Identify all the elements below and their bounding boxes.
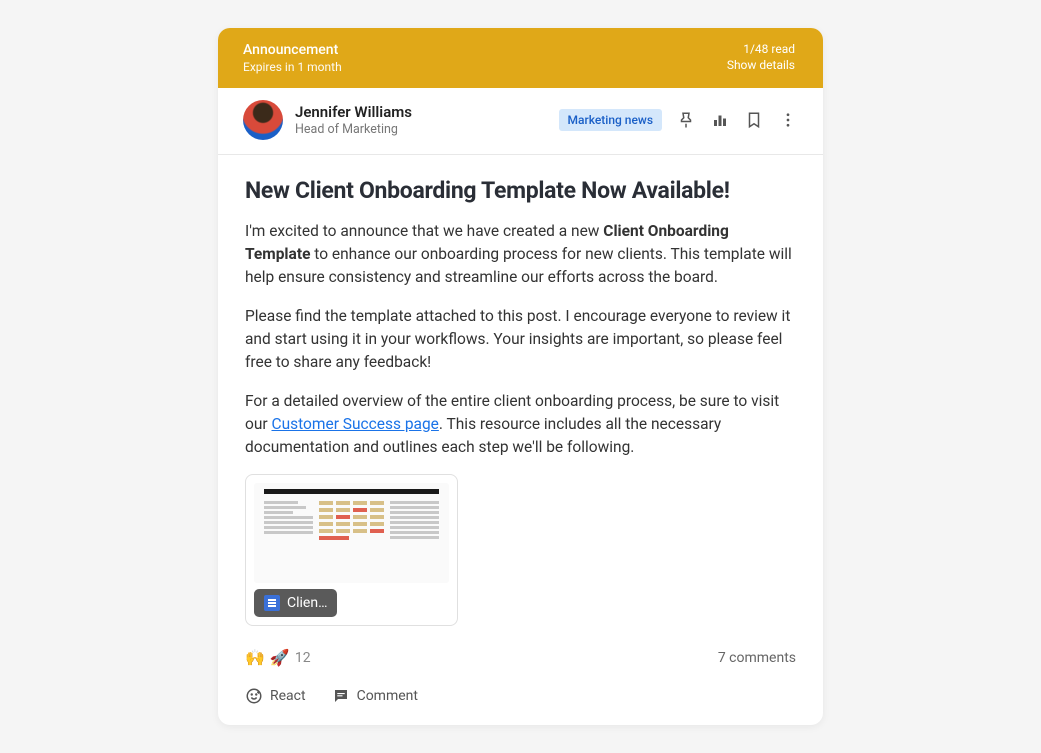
- post-controls: Marketing news: [559, 109, 798, 131]
- bookmark-icon[interactable]: [744, 110, 764, 130]
- comments-count-link[interactable]: 7 comments: [718, 650, 796, 666]
- show-details-link[interactable]: Show details: [727, 58, 795, 72]
- p1-text-a: I'm excited to announce that we have cre…: [245, 222, 603, 240]
- post-paragraph-2: Please find the template attached to thi…: [245, 305, 796, 374]
- announcement-label: Announcement: [243, 42, 342, 58]
- attachment-thumbnail: [254, 483, 449, 583]
- announcement-left: Announcement Expires in 1 month: [243, 42, 342, 74]
- actions-row: React Comment: [218, 679, 823, 725]
- reaction-hands-emoji: 🙌: [245, 648, 265, 667]
- stats-icon[interactable]: [710, 110, 730, 130]
- comment-icon: [332, 687, 350, 705]
- attachment-card[interactable]: Clien…: [245, 474, 458, 626]
- post-paragraph-3: For a detailed overview of the entire cl…: [245, 390, 796, 459]
- pin-icon[interactable]: [676, 110, 696, 130]
- post-title: New Client Onboarding Template Now Avail…: [245, 177, 796, 204]
- reaction-count: 12: [295, 650, 311, 666]
- comment-label: Comment: [357, 688, 418, 704]
- react-label: React: [270, 688, 306, 704]
- post-body: I'm excited to announce that we have cre…: [245, 220, 796, 458]
- author-text: Jennifer Williams Head of Marketing: [295, 103, 412, 137]
- more-icon[interactable]: [778, 110, 798, 130]
- announcement-bar: Announcement Expires in 1 month 1/48 rea…: [218, 28, 823, 88]
- author-info: Jennifer Williams Head of Marketing: [243, 100, 412, 140]
- read-status: 1/48 read: [727, 42, 795, 56]
- reactions-row: 🙌 🚀 12 7 comments: [218, 648, 823, 679]
- post-content: New Client Onboarding Template Now Avail…: [218, 155, 823, 648]
- p1-text-b: to enhance our onboarding process for ne…: [245, 245, 792, 286]
- announcement-expiry: Expires in 1 month: [243, 60, 342, 74]
- announcement-right: 1/48 read Show details: [727, 42, 795, 72]
- comment-button[interactable]: Comment: [332, 687, 418, 705]
- reaction-rocket-emoji: 🚀: [270, 648, 290, 667]
- avatar[interactable]: [243, 100, 283, 140]
- category-badge[interactable]: Marketing news: [559, 109, 662, 131]
- react-button[interactable]: React: [245, 687, 306, 705]
- author-row: Jennifer Williams Head of Marketing Mark…: [218, 88, 823, 155]
- author-role: Head of Marketing: [295, 122, 412, 137]
- customer-success-link[interactable]: Customer Success page: [271, 415, 438, 433]
- document-icon: [264, 595, 280, 611]
- post-card: Announcement Expires in 1 month 1/48 rea…: [218, 28, 823, 725]
- post-paragraph-1: I'm excited to announce that we have cre…: [245, 220, 796, 289]
- attachment-name: Clien…: [287, 595, 327, 611]
- react-icon: [245, 687, 263, 705]
- reactions-summary[interactable]: 🙌 🚀 12: [245, 648, 311, 667]
- author-name[interactable]: Jennifer Williams: [295, 103, 412, 121]
- attachment-label: Clien…: [254, 589, 337, 617]
